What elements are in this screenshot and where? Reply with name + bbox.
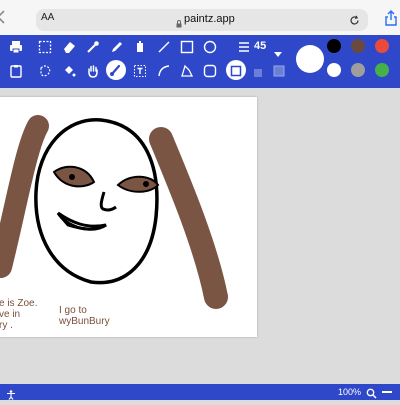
line-width-icon[interactable] bbox=[238, 40, 254, 56]
swatch-brown[interactable] bbox=[351, 39, 365, 53]
swatch-gray[interactable] bbox=[351, 63, 365, 77]
drawing-canvas[interactable] bbox=[0, 97, 257, 337]
caption-right: I go to wyBunBury bbox=[59, 305, 110, 327]
zoom-level[interactable]: 100% bbox=[338, 387, 361, 397]
canvas-drawing bbox=[0, 115, 228, 309]
reload-icon[interactable] bbox=[349, 13, 360, 31]
caption-left-line: e is Zoe. bbox=[0, 298, 38, 309]
swatch-red[interactable] bbox=[375, 39, 389, 53]
accessibility-icon[interactable] bbox=[6, 387, 16, 405]
brush-size-value[interactable]: 45 bbox=[254, 40, 266, 52]
pan-hand-icon[interactable] bbox=[86, 64, 102, 80]
line-icon[interactable] bbox=[157, 40, 173, 56]
caption-left: e is Zoe. ve in ry . bbox=[0, 298, 37, 331]
back-chevron-icon[interactable] bbox=[0, 10, 6, 24]
eraser-icon[interactable] bbox=[62, 40, 78, 56]
url-text: paintz.app bbox=[184, 13, 235, 25]
outline-fill-icon[interactable] bbox=[273, 64, 289, 80]
rounded-rect-icon[interactable] bbox=[203, 64, 219, 80]
text-icon[interactable] bbox=[133, 64, 149, 80]
clipboard-icon[interactable] bbox=[9, 64, 25, 80]
rectangle-icon[interactable] bbox=[180, 40, 196, 56]
fill-only-icon[interactable] bbox=[253, 65, 269, 81]
rect-select-icon[interactable] bbox=[38, 40, 54, 56]
bucket-icon[interactable] bbox=[133, 40, 149, 56]
polygon-icon[interactable] bbox=[180, 64, 196, 80]
zoom-icon[interactable] bbox=[366, 386, 377, 404]
pencil-icon[interactable] bbox=[110, 40, 126, 56]
curve-icon[interactable] bbox=[157, 64, 173, 80]
caption-left-line: ve in bbox=[0, 309, 21, 320]
current-color-preview[interactable] bbox=[296, 45, 324, 73]
outline-only-icon[interactable] bbox=[230, 64, 246, 80]
print-icon[interactable] bbox=[9, 40, 25, 56]
reader-aa-button[interactable]: AA bbox=[41, 12, 54, 23]
caption-right-line: wyBunBury bbox=[59, 316, 110, 327]
free-select-icon[interactable] bbox=[38, 64, 54, 80]
swatch-white[interactable] bbox=[327, 63, 341, 77]
share-icon[interactable] bbox=[385, 10, 397, 31]
lock-icon bbox=[176, 15, 182, 33]
eyedropper-icon[interactable] bbox=[86, 40, 102, 56]
caption-left-line: ry . bbox=[0, 320, 13, 331]
swatch-green[interactable] bbox=[375, 63, 389, 77]
zoom-out-icon[interactable] bbox=[382, 391, 392, 393]
brush-icon[interactable] bbox=[109, 63, 125, 79]
ellipse-icon[interactable] bbox=[203, 40, 219, 56]
chevron-down-icon[interactable] bbox=[274, 45, 282, 63]
swatch-black[interactable] bbox=[327, 39, 341, 53]
fill-icon[interactable] bbox=[62, 64, 78, 80]
caption-right-line: I go to bbox=[59, 305, 87, 316]
